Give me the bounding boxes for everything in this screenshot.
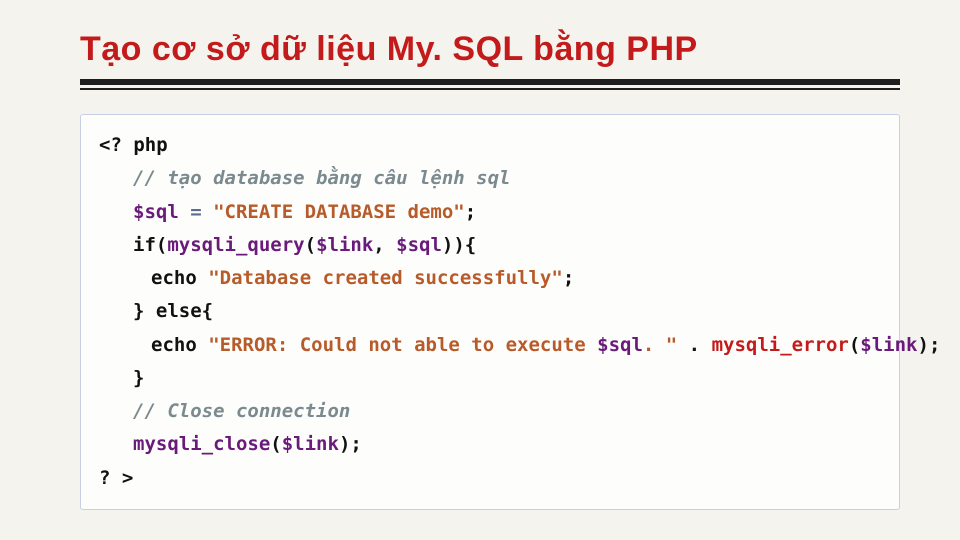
code-text: if( [133, 234, 167, 256]
code-text: echo [151, 267, 208, 289]
code-text: ( [305, 234, 316, 256]
code-var: $sql [133, 201, 179, 223]
code-text: , [373, 234, 396, 256]
code-line: echo "ERROR: Could not able to execute $… [99, 329, 881, 362]
code-fn: mysqli_query [167, 234, 304, 256]
code-text: ); [918, 334, 941, 356]
code-string: . " [643, 334, 677, 356]
code-line: // tạo database bằng câu lệnh sql [99, 162, 881, 195]
code-line: // Close connection [99, 395, 881, 428]
code-var: $sql [597, 334, 643, 356]
code-line: if(mysqli_query($link, $sql)){ [99, 229, 881, 262]
code-string: "CREATE DATABASE demo" [213, 201, 465, 223]
code-comment: // Close connection [133, 400, 350, 422]
code-text: ; [465, 201, 476, 223]
code-string: "Database created successfully" [208, 267, 563, 289]
code-text: echo [151, 334, 208, 356]
code-var: $sql [396, 234, 442, 256]
code-text: ; [563, 267, 574, 289]
code-text: )){ [442, 234, 476, 256]
page-title: Tạo cơ sở dữ liệu My. SQL bằng PHP [80, 30, 900, 69]
code-line: ? > [99, 462, 881, 495]
title-rule-thin [80, 88, 900, 90]
code-line: echo "Database created successfully"; [99, 262, 881, 295]
code-text: ); [339, 433, 362, 455]
code-text: ( [849, 334, 860, 356]
code-string: "ERROR: Could not able to execute [208, 334, 597, 356]
code-line: } [99, 362, 881, 395]
code-var: $link [282, 433, 339, 455]
code-fn: mysqli_close [133, 433, 270, 455]
code-line: } else{ [99, 295, 881, 328]
code-block: <? php // tạo database bằng câu lệnh sql… [80, 114, 900, 510]
code-line: $sql = "CREATE DATABASE demo"; [99, 196, 881, 229]
code-comment: // tạo database bằng câu lệnh sql [133, 167, 511, 189]
code-fn: mysqli_error [712, 334, 849, 356]
code-op: = [179, 201, 213, 223]
code-line: <? php [99, 129, 881, 162]
code-var: $link [860, 334, 917, 356]
code-text: ( [270, 433, 281, 455]
code-var: $link [316, 234, 373, 256]
slide: Tạo cơ sở dữ liệu My. SQL bằng PHP <? ph… [0, 0, 960, 540]
code-text: . [677, 334, 711, 356]
code-line: mysqli_close($link); [99, 428, 881, 461]
title-rule-thick [80, 79, 900, 85]
